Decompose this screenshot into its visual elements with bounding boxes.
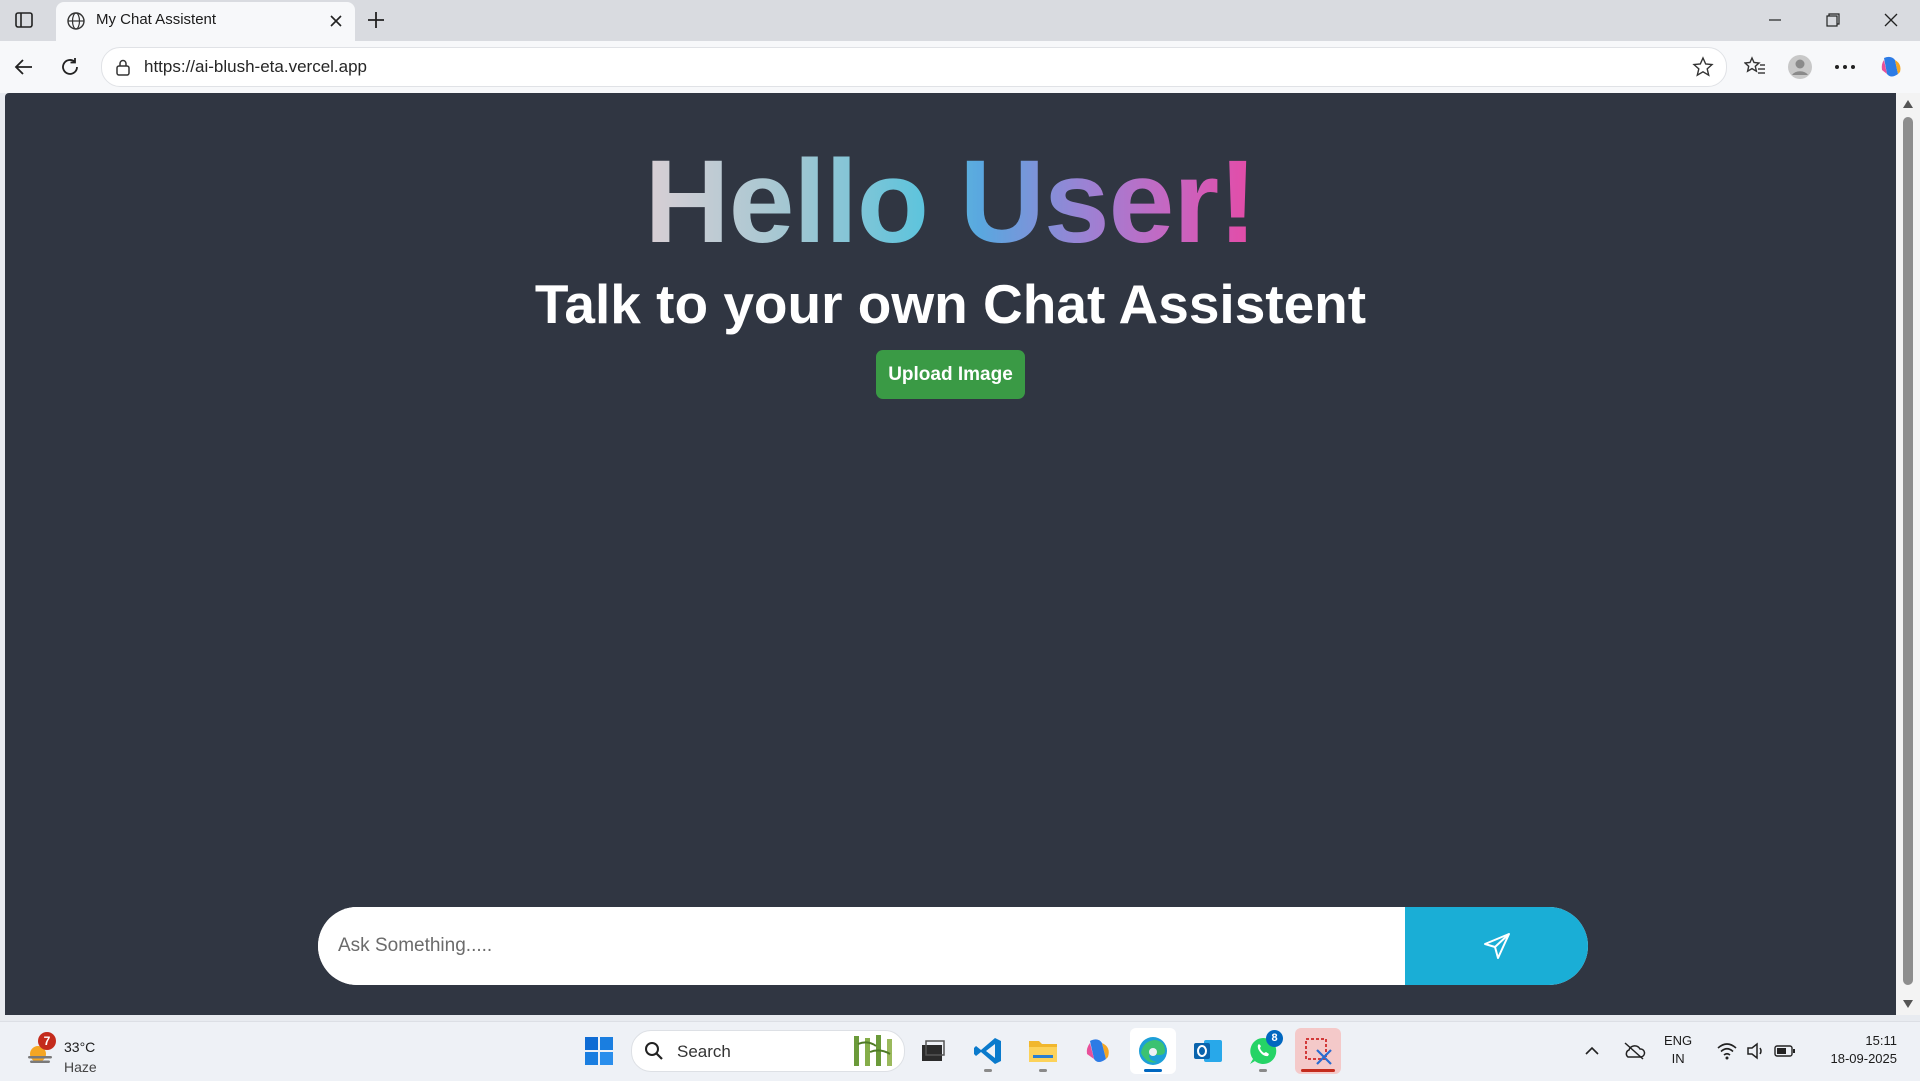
battery-icon[interactable] (1774, 1038, 1796, 1064)
running-indicator (1259, 1069, 1267, 1072)
vscode-button[interactable] (965, 1028, 1011, 1074)
weather-temp: 33°C (64, 1039, 96, 1055)
tab-title: My Chat Assistent (96, 11, 217, 28)
file-explorer-button[interactable] (1020, 1028, 1066, 1074)
search-icon (645, 1042, 663, 1060)
refresh-icon[interactable] (56, 53, 84, 81)
page-viewport: Hello User! Talk to your own Chat Assist… (5, 93, 1896, 1015)
running-indicator (984, 1069, 992, 1072)
browser-toolbar: https://ai-blush-eta.vercel.app (0, 41, 1920, 93)
edge-button[interactable] (1130, 1028, 1176, 1074)
task-view-icon (922, 1040, 945, 1061)
weather-condition: Haze (64, 1059, 97, 1075)
tab-actions-icon[interactable] (12, 9, 36, 31)
start-button[interactable] (576, 1028, 622, 1074)
copilot-app-icon (1086, 1039, 1109, 1062)
show-hidden-icons[interactable] (1584, 1038, 1600, 1064)
search-label: Search (677, 1042, 731, 1061)
address-bar[interactable]: https://ai-blush-eta.vercel.app (101, 47, 1727, 87)
edge-icon (1139, 1037, 1167, 1065)
minimize-icon[interactable] (1752, 6, 1798, 34)
language-line2: IN (1671, 1051, 1685, 1066)
volume-icon[interactable] (1746, 1038, 1766, 1064)
active-indicator (1301, 1069, 1335, 1072)
tab-bar: My Chat Assistent (0, 0, 1920, 41)
more-options-icon[interactable] (1831, 53, 1859, 81)
new-tab-icon[interactable] (364, 8, 388, 32)
browser-tab[interactable]: My Chat Assistent (56, 2, 355, 41)
upload-image-button[interactable]: Upload Image (876, 350, 1025, 399)
outlook-icon (1194, 1040, 1222, 1062)
onedrive-offline-icon[interactable] (1622, 1038, 1646, 1064)
hero-subtitle: Talk to your own Chat Assistent (534, 273, 1367, 335)
restore-icon[interactable] (1810, 6, 1856, 34)
wifi-icon[interactable] (1716, 1038, 1738, 1064)
clock-time: 15:11 (1865, 1033, 1897, 1048)
weather-widget[interactable]: 7 33°C Haze (22, 1032, 142, 1075)
language-indicator[interactable]: ENG IN (1664, 1032, 1692, 1068)
favorite-star-icon[interactable] (1692, 56, 1714, 78)
whatsapp-button[interactable]: 8 (1240, 1028, 1286, 1074)
task-view-button[interactable] (910, 1028, 956, 1074)
favorites-icon[interactable] (1741, 53, 1769, 81)
close-window-icon[interactable] (1868, 6, 1914, 34)
scroll-down-icon[interactable] (1902, 999, 1914, 1009)
profile-avatar-icon[interactable] (1786, 53, 1814, 81)
scroll-up-icon[interactable] (1902, 99, 1914, 109)
active-indicator (1144, 1069, 1162, 1072)
taskbar-search[interactable]: Search (631, 1030, 905, 1072)
send-button[interactable] (1405, 907, 1588, 985)
copilot-app-button[interactable] (1075, 1028, 1121, 1074)
chat-bar (318, 907, 1588, 985)
hero-heading-text: Hello User! (644, 136, 1258, 268)
language-line1: ENG (1664, 1033, 1693, 1048)
clock[interactable]: 15:11 18-09-2025 (1812, 1032, 1898, 1068)
lock-icon[interactable] (114, 58, 132, 76)
clock-date: 18-09-2025 (1830, 1051, 1898, 1066)
snipping-tool-icon (1305, 1038, 1332, 1065)
windows-taskbar: 7 33°C Haze Search 8 ENG IN 15:11 18-09-… (0, 1021, 1920, 1081)
running-indicator (1039, 1069, 1047, 1072)
scrollbar-thumb[interactable] (1903, 117, 1913, 985)
snipping-tool-button[interactable] (1295, 1028, 1341, 1074)
windows-start-icon (585, 1037, 613, 1065)
close-tab-icon[interactable] (327, 12, 345, 30)
chat-input[interactable] (318, 907, 1405, 985)
copilot-icon[interactable] (1877, 53, 1905, 81)
vscode-icon (974, 1038, 1001, 1064)
bamboo-highlight-icon (854, 1035, 892, 1066)
hero-heading: Hello User! (5, 137, 1896, 267)
outlook-button[interactable] (1185, 1028, 1231, 1074)
whatsapp-badge: 8 (1266, 1030, 1283, 1047)
back-icon[interactable] (10, 53, 38, 81)
vertical-scrollbar[interactable] (1896, 93, 1920, 1015)
file-explorer-icon (1029, 1041, 1057, 1062)
url-text[interactable]: https://ai-blush-eta.vercel.app (144, 57, 367, 77)
send-icon (1483, 933, 1510, 959)
weather-alert-badge: 7 (38, 1032, 56, 1050)
globe-icon (66, 11, 86, 31)
